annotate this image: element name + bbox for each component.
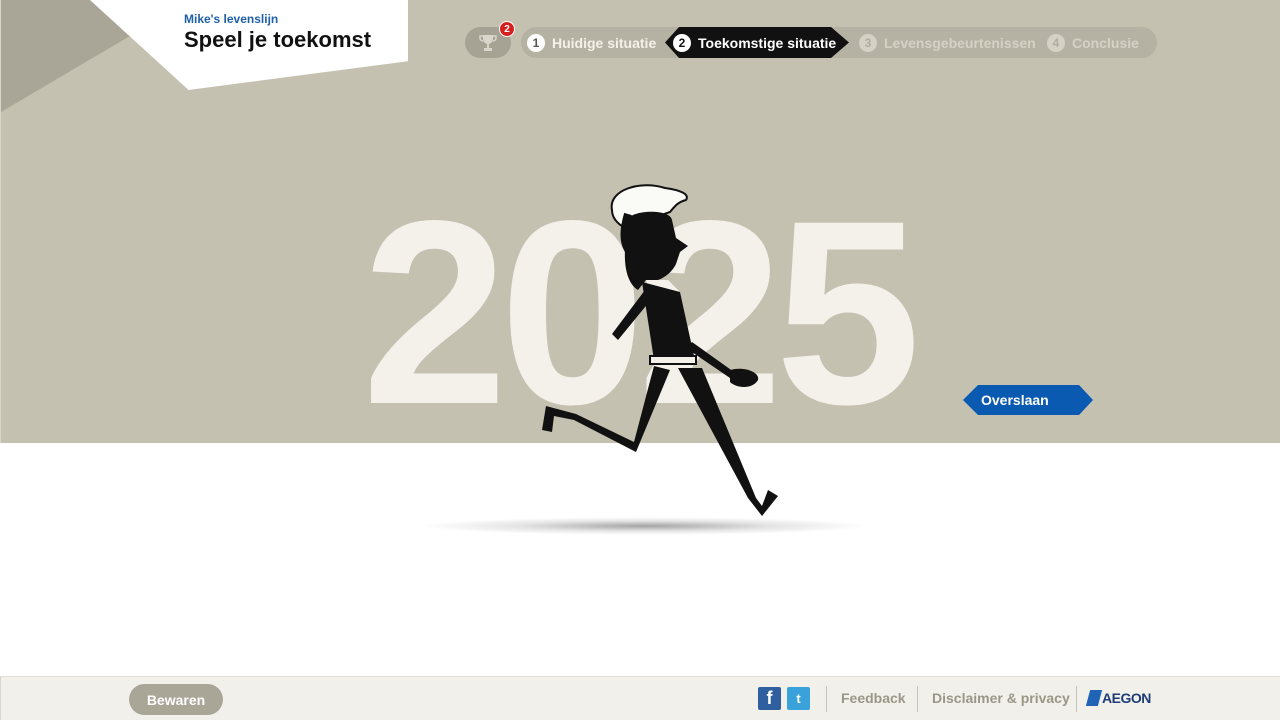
aegon-wordmark: AEGON [1102,690,1151,706]
step-number: 4 [1047,33,1065,52]
step-number: 3 [859,33,877,52]
footer-bar: Bewaren f t Feedback Disclaimer & privac… [0,676,1280,720]
step-label: Toekomstige situatie [698,34,837,51]
trophy-icon [479,34,497,51]
achievements-badge: 2 [499,21,515,37]
aegon-mark-icon [1085,690,1103,706]
progress-steps: 1 Huidige situatie 2 Toekomstige situati… [521,27,1157,58]
running-man-illustration [542,184,778,516]
step-huidige-situatie[interactable]: 1 Huidige situatie [527,27,656,58]
divider [917,686,918,712]
logo-title[interactable]: Speel je toekomst [184,27,371,53]
save-button[interactable]: Bewaren [129,684,223,715]
aegon-logo[interactable]: AEGON [1085,690,1151,706]
feedback-link[interactable]: Feedback [841,690,906,706]
step-toekomstige-situatie[interactable]: 2 Toekomstige situatie [665,27,849,58]
skip-button[interactable]: Overslaan [963,385,1093,415]
step-number: 1 [527,33,545,52]
twitter-icon[interactable]: t [787,687,810,710]
facebook-icon[interactable]: f [758,687,781,710]
divider [826,686,827,712]
step-label: Huidige situatie [552,34,657,51]
step-conclusie: 4 Conclusie [1047,27,1139,58]
step-levensgebeurtenissen: 3 Levensgebeurtenissen [859,27,1036,58]
step-label: Conclusie [1072,34,1139,51]
step-number: 2 [673,33,691,52]
divider [1076,686,1077,712]
step-label: Levensgebeurtenissen [884,34,1036,51]
disclaimer-privacy-link[interactable]: Disclaimer & privacy [932,690,1070,706]
logo-subtitle: Mike's levenslijn [184,12,279,26]
